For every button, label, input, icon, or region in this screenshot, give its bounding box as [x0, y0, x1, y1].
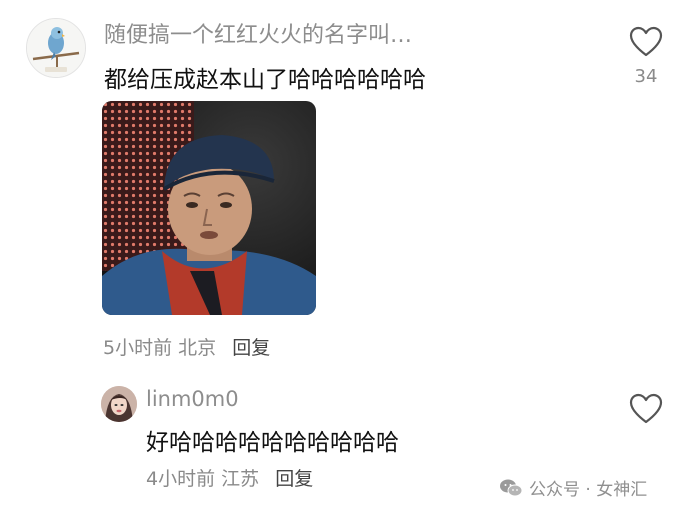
woman-avatar-icon: [101, 386, 137, 422]
comment-text: 都给压成赵本山了哈哈哈哈哈哈: [104, 67, 426, 93]
parrot-avatar-icon: [27, 19, 85, 77]
comment-meta: 4小时前 江苏 回复: [146, 464, 313, 491]
comment-text: 好哈哈哈哈哈哈哈哈哈哈: [146, 430, 399, 456]
wechat-icon: [500, 479, 523, 496]
watermark-text: 公众号 · 女神汇: [529, 480, 648, 500]
reply-button[interactable]: 回复: [232, 337, 270, 359]
comment-meta: 5小时前 北京 回复: [103, 333, 270, 360]
comment-location: 北京: [178, 337, 217, 359]
watermark: 公众号 · 女神汇: [499, 475, 647, 500]
like-count: 34: [634, 66, 658, 87]
comment-image[interactable]: [102, 101, 316, 315]
like-heart-icon[interactable]: [629, 26, 663, 58]
comment-username[interactable]: linm0m0: [146, 387, 239, 411]
comment-location: 江苏: [221, 468, 260, 490]
reply-button[interactable]: 回复: [275, 468, 313, 490]
comment-time: 4小时前: [146, 468, 216, 490]
like-heart-icon[interactable]: [629, 393, 663, 425]
comment-username[interactable]: 随便搞一个红红火火的名字叫…: [104, 17, 412, 49]
avatar[interactable]: [26, 18, 86, 78]
meme-man-in-cap-photo-icon: [102, 101, 316, 315]
avatar[interactable]: [101, 386, 137, 422]
comment-time: 5小时前: [103, 337, 173, 359]
